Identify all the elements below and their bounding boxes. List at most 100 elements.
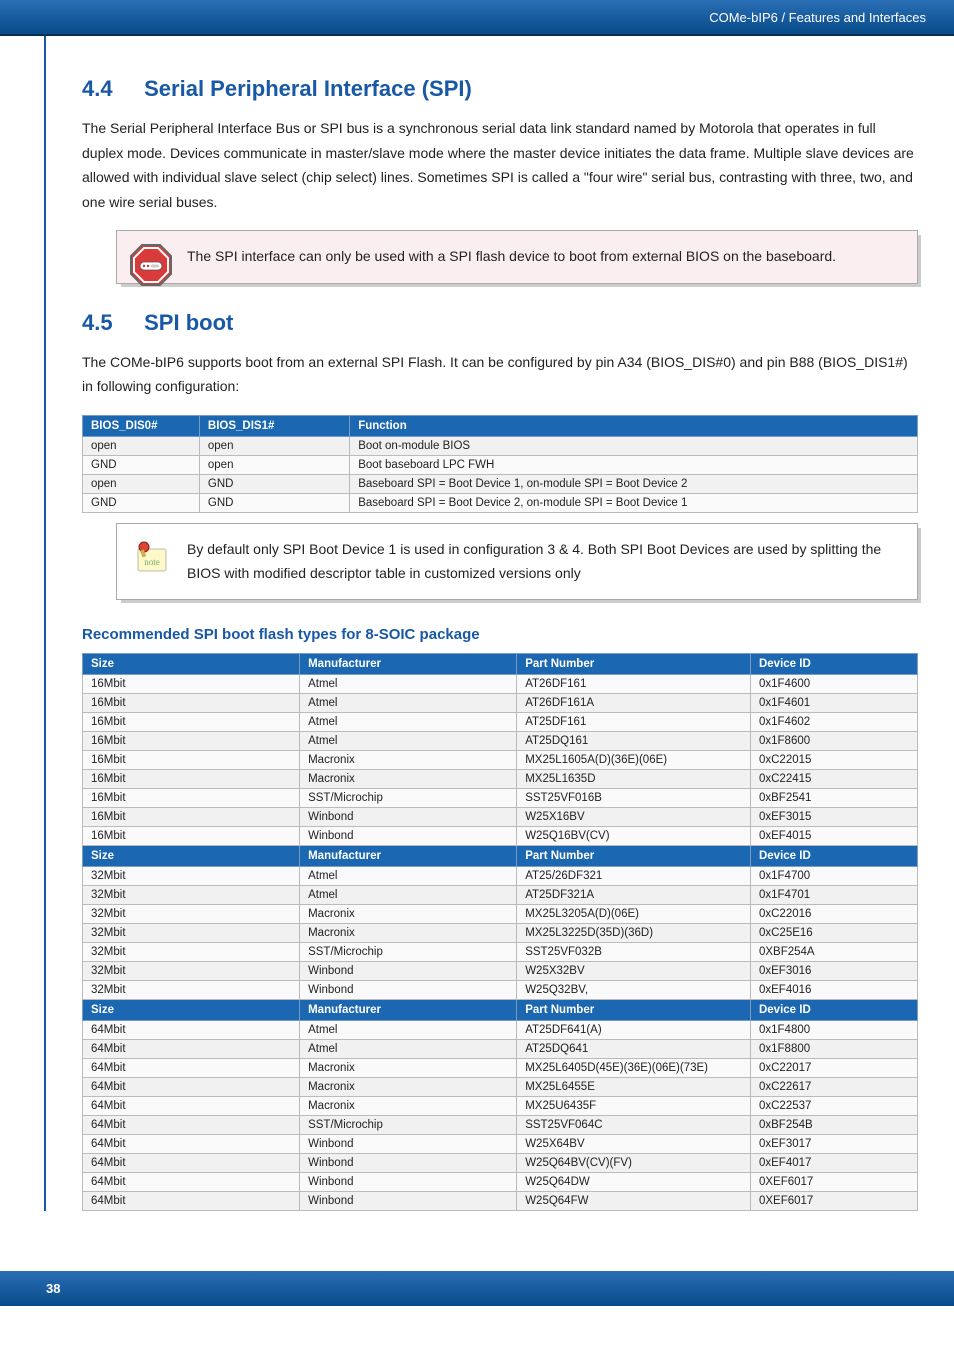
- table-row: 64MbitWinbondW25Q64BV(CV)(FV)0xEF4017: [83, 1154, 918, 1173]
- table-cell: W25Q64BV(CV)(FV): [517, 1154, 751, 1173]
- section-45-title: SPI boot: [144, 310, 233, 335]
- table-cell: MX25L6455E: [517, 1078, 751, 1097]
- table-cell: W25Q64FW: [517, 1192, 751, 1211]
- bios-config-table: BIOS_DIS0# BIOS_DIS1# Function openopenB…: [82, 415, 918, 513]
- table-cell: 32Mbit: [83, 886, 300, 905]
- table-cell: Macronix: [300, 924, 517, 943]
- table-row: 32MbitWinbondW25X32BV0xEF3016: [83, 962, 918, 981]
- table-cell: 0xC22617: [750, 1078, 917, 1097]
- bios-th-2: Function: [350, 415, 918, 436]
- table-header-cell: Device ID: [750, 1000, 917, 1021]
- table-cell: 0x1F4800: [750, 1021, 917, 1040]
- bios-th-1: BIOS_DIS1#: [199, 415, 349, 436]
- table-cell: 32Mbit: [83, 943, 300, 962]
- section-44-heading: 4.4 Serial Peripheral Interface (SPI): [82, 76, 918, 102]
- table-row: 64MbitAtmelAT25DQ6410x1F8800: [83, 1040, 918, 1059]
- table-cell: SST/Microchip: [300, 789, 517, 808]
- table-cell: 64Mbit: [83, 1173, 300, 1192]
- table-row: GNDopenBoot baseboard LPC FWH: [83, 455, 918, 474]
- table-cell: AT25DF641(A): [517, 1021, 751, 1040]
- table-header-row: SizeManufacturerPart NumberDevice ID: [83, 1000, 918, 1021]
- table-row: 32MbitWinbondW25Q32BV,0xEF4016: [83, 981, 918, 1000]
- table-row: 64MbitSST/MicrochipSST25VF064C0xBF254B: [83, 1116, 918, 1135]
- flash-types-table: SizeManufacturerPart NumberDevice ID16Mb…: [82, 653, 918, 1211]
- table-row: 16MbitSST/MicrochipSST25VF016B0xBF2541: [83, 789, 918, 808]
- table-cell: Atmel: [300, 886, 517, 905]
- table-cell: 0XBF254A: [750, 943, 917, 962]
- table-cell: 16Mbit: [83, 808, 300, 827]
- table-cell: AT26DF161A: [517, 694, 751, 713]
- table-header-cell: Size: [83, 846, 300, 867]
- table-row: 16MbitAtmelAT25DQ1610x1F8600: [83, 732, 918, 751]
- table-cell: MX25L3225D(35D)(36D): [517, 924, 751, 943]
- page-number: 38: [46, 1281, 60, 1296]
- table-cell: Macronix: [300, 770, 517, 789]
- table-row: 16MbitMacronixMX25L1605A(D)(36E)(06E)0xC…: [83, 751, 918, 770]
- table-header-row: SizeManufacturerPart NumberDevice ID: [83, 654, 918, 675]
- table-row: 64MbitWinbondW25Q64FW0XEF6017: [83, 1192, 918, 1211]
- pushpin-note-icon: note: [127, 534, 175, 582]
- table-cell: 0xC22537: [750, 1097, 917, 1116]
- table-cell: 0xC22016: [750, 905, 917, 924]
- table-cell: Winbond: [300, 981, 517, 1000]
- table-cell: 64Mbit: [83, 1154, 300, 1173]
- table-cell: SST25VF064C: [517, 1116, 751, 1135]
- table-cell: 16Mbit: [83, 789, 300, 808]
- table-cell: 32Mbit: [83, 962, 300, 981]
- table-cell: W25Q32BV,: [517, 981, 751, 1000]
- table-cell: W25Q64DW: [517, 1173, 751, 1192]
- table-cell: 0xEF3017: [750, 1135, 917, 1154]
- table-cell: MX25U6435F: [517, 1097, 751, 1116]
- table-cell: 0xEF3016: [750, 962, 917, 981]
- table-cell: 64Mbit: [83, 1097, 300, 1116]
- table-cell: Winbond: [300, 1135, 517, 1154]
- table-cell: Winbond: [300, 962, 517, 981]
- table-cell: Macronix: [300, 905, 517, 924]
- table-cell: Macronix: [300, 1097, 517, 1116]
- table-cell: open: [199, 436, 349, 455]
- table-cell: 16Mbit: [83, 751, 300, 770]
- table-header-cell: Manufacturer: [300, 654, 517, 675]
- table-cell: 0x1F4602: [750, 713, 917, 732]
- table-cell: 0xEF3015: [750, 808, 917, 827]
- table-cell: GND: [199, 474, 349, 493]
- table-cell: W25X64BV: [517, 1135, 751, 1154]
- table-cell: 32Mbit: [83, 981, 300, 1000]
- table-row: openopenBoot on-module BIOS: [83, 436, 918, 455]
- warning-callout: The SPI interface can only be used with …: [116, 230, 918, 284]
- table-cell: Boot baseboard LPC FWH: [350, 455, 918, 474]
- table-header-cell: Device ID: [750, 654, 917, 675]
- table-cell: Atmel: [300, 1040, 517, 1059]
- table-cell: AT25DF321A: [517, 886, 751, 905]
- table-row: 64MbitMacronixMX25L6405D(45E)(36E)(06E)(…: [83, 1059, 918, 1078]
- table-cell: W25Q16BV(CV): [517, 827, 751, 846]
- table-cell: AT25DQ161: [517, 732, 751, 751]
- table-row: 16MbitAtmelAT26DF1610x1F4600: [83, 675, 918, 694]
- table-cell: GND: [83, 493, 200, 512]
- table-cell: Winbond: [300, 1154, 517, 1173]
- table-row: 32MbitMacronixMX25L3205A(D)(06E)0xC22016: [83, 905, 918, 924]
- table-row: 32MbitAtmelAT25DF321A0x1F4701: [83, 886, 918, 905]
- table-cell: Baseboard SPI = Boot Device 1, on-module…: [350, 474, 918, 493]
- section-44-number: 4.4: [82, 76, 138, 102]
- table-cell: 0xC22415: [750, 770, 917, 789]
- table-row: 32MbitSST/MicrochipSST25VF032B0XBF254A: [83, 943, 918, 962]
- table-row: 16MbitAtmelAT25DF1610x1F4602: [83, 713, 918, 732]
- table-cell: GND: [199, 493, 349, 512]
- table-header-cell: Part Number: [517, 1000, 751, 1021]
- section-45-heading: 4.5 SPI boot: [82, 310, 918, 336]
- table-cell: MX25L6405D(45E)(36E)(06E)(73E): [517, 1059, 751, 1078]
- table-cell: open: [199, 455, 349, 474]
- header-bar: COMe-bIP6 / Features and Interfaces: [0, 0, 954, 36]
- table-cell: 16Mbit: [83, 732, 300, 751]
- table-row: 32MbitAtmelAT25/26DF3210x1F4700: [83, 867, 918, 886]
- table-cell: SST/Microchip: [300, 1116, 517, 1135]
- table-row: 64MbitWinbondW25Q64DW0XEF6017: [83, 1173, 918, 1192]
- table-header-cell: Part Number: [517, 846, 751, 867]
- table-cell: 64Mbit: [83, 1078, 300, 1097]
- table-cell: 0xBF2541: [750, 789, 917, 808]
- table-cell: 0x1F4701: [750, 886, 917, 905]
- table-cell: 64Mbit: [83, 1021, 300, 1040]
- table-cell: Atmel: [300, 675, 517, 694]
- table-row: 64MbitWinbondW25X64BV0xEF3017: [83, 1135, 918, 1154]
